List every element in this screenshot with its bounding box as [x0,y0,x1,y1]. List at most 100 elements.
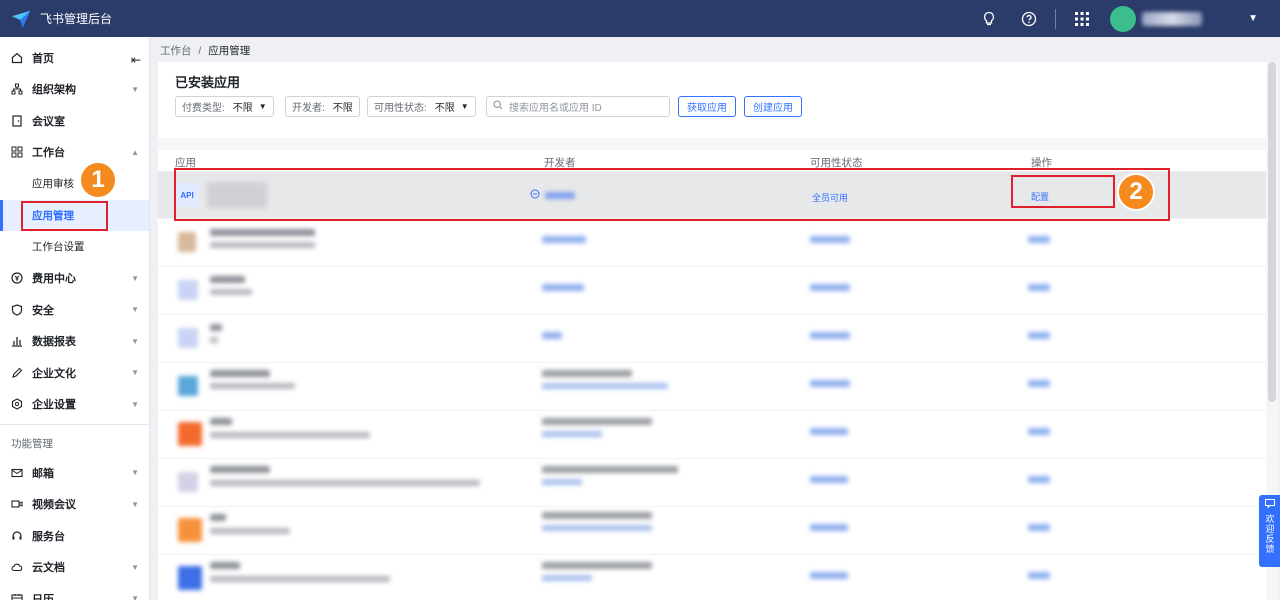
chevron-down-icon: ▼ [131,562,139,572]
developer-sub-blurred [542,383,668,389]
availability-blurred [810,428,848,435]
breadcrumb-current: 应用管理 [208,45,251,57]
app-name-blurred [210,562,240,569]
sidebar-sub-app-review[interactable]: 应用审核 [0,168,149,200]
highlight-box-app-management [21,201,108,231]
table-row[interactable] [158,220,1266,267]
app-desc-blurred [210,480,480,486]
sidebar-item-video-meeting[interactable]: 视频会议 ▼ [0,489,149,521]
sidebar-item-helpdesk[interactable]: 服务台 [0,520,149,552]
table-row[interactable] [158,364,1266,411]
sidebar-item-label: 组织架构 [32,84,76,97]
fee-type-filter[interactable]: 付费类型: 不限 ▼ [175,96,274,117]
table-row[interactable] [158,556,1266,600]
availability-blurred [810,380,850,387]
sidebar-item-label: 服务台 [32,530,65,543]
action-blurred [1028,428,1050,435]
app-desc-blurred [210,289,252,295]
sidebar-item-calendar[interactable]: 日历 ▼ [0,583,149,600]
breadcrumb: 工作台 / 应用管理 [160,43,250,58]
avatar[interactable] [1110,5,1137,32]
sidebar-item-company-settings[interactable]: 企业设置 ▼ [0,389,149,421]
apps-grid-icon[interactable] [1073,10,1091,28]
app-desc-blurred [210,528,290,534]
calendar-icon [11,593,23,600]
table-row[interactable] [158,268,1266,315]
action-blurred [1028,380,1050,387]
headset-icon [11,530,23,542]
sidebar-item-culture[interactable]: 企业文化 ▼ [0,357,149,389]
action-blurred [1028,524,1050,531]
sidebar-item-label: 企业设置 [32,399,76,412]
chevron-down-icon: ▼ [131,336,139,346]
developer-blurred [542,236,586,243]
feishu-logo-icon [11,10,31,27]
sidebar-item-workbench[interactable]: 工作台 ▲ [0,137,149,169]
sidebar-item-label: 日历 [32,593,54,600]
feedback-button[interactable]: 欢迎反馈 [1259,495,1280,567]
pen-icon [11,367,23,379]
sidebar-item-cost-center[interactable]: 费用中心 ▼ [0,263,149,295]
username-blurred [1142,11,1203,26]
sidebar-item-label: 视频会议 [32,499,76,512]
sidebar-item-label: 企业文化 [32,367,76,380]
sidebar-item-mail[interactable]: 邮箱 ▼ [0,457,149,489]
sidebar-item-cloud-docs[interactable]: 云文档 ▼ [0,552,149,584]
chevron-down-icon: ▼ [131,399,139,409]
app-desc-blurred [210,576,390,582]
sidebar-item-org[interactable]: 组织架构 ▼ [0,74,149,106]
filter-value: 不限 [332,103,353,114]
chevron-down-icon: ▼ [131,468,139,478]
app-desc-blurred [210,337,218,343]
sidebar-item-label: 云文档 [32,562,65,575]
create-app-button[interactable]: 创建应用 [744,96,802,117]
availability-blurred [810,476,848,483]
filter-value: 不限 [434,103,455,114]
developer-filter[interactable]: 开发者: 不限 [285,96,360,117]
get-app-button[interactable]: 获取应用 [678,96,736,117]
step-marker-2: 2 [1117,173,1155,211]
table-row[interactable] [158,316,1266,363]
caret-down-icon: ▼ [460,102,469,111]
availability-blurred [810,236,850,243]
sidebar-item-label: 数据报表 [32,336,76,349]
home-icon [11,52,23,64]
search-input[interactable]: 搜索应用名或应用 ID [486,96,670,117]
table-row[interactable] [158,460,1266,507]
table-gap [158,138,1266,150]
sidebar-item-label: 邮箱 [32,467,54,480]
developer-blurred [542,562,652,569]
bulb-icon[interactable] [980,10,998,28]
breadcrumb-root[interactable]: 工作台 [160,45,192,57]
help-icon[interactable] [1020,10,1038,28]
action-blurred [1028,284,1050,291]
app-icon-blurred [178,232,196,252]
top-bar: 飞书管理后台 ▼ [0,0,1280,37]
scrollbar-thumb[interactable] [1268,62,1276,402]
developer-sub-blurred [542,431,602,437]
sidebar-item-label: 会议室 [32,115,65,128]
org-icon [11,83,23,95]
developer-blurred [542,284,584,291]
table-row[interactable] [158,508,1266,555]
developer-blurred [542,512,652,519]
sidebar-item-label: 安全 [32,304,54,317]
sidebar-item-meeting-room[interactable]: 会议室 [0,105,149,137]
availability-filter[interactable]: 可用性状态: 不限 ▼ [367,96,476,117]
app-name-blurred [210,514,226,521]
table-row[interactable] [158,412,1266,459]
sidebar-sub-workbench-settings[interactable]: 工作台设置 [0,231,149,263]
developer-sub-blurred [542,525,652,531]
main-panel: 已安装应用 付费类型: 不限 ▼ 开发者: 不限 可用性状态: 不限 ▼ 搜索应… [158,62,1266,600]
app-name-blurred [210,370,270,377]
sidebar-item-security[interactable]: 安全 ▼ [0,294,149,326]
developer-sub-blurred [542,479,582,485]
feedback-label: 欢迎反馈 [1264,514,1275,554]
sidebar-item-home[interactable]: 首页 [0,42,149,74]
sidebar-item-reports[interactable]: 数据报表 ▼ [0,326,149,358]
chevron-down-icon[interactable]: ▼ [1248,13,1258,24]
app-title: 飞书管理后台 [40,12,113,26]
app-desc-blurred [210,432,370,438]
page-title: 已安装应用 [175,75,241,90]
app-desc-blurred [210,242,315,248]
